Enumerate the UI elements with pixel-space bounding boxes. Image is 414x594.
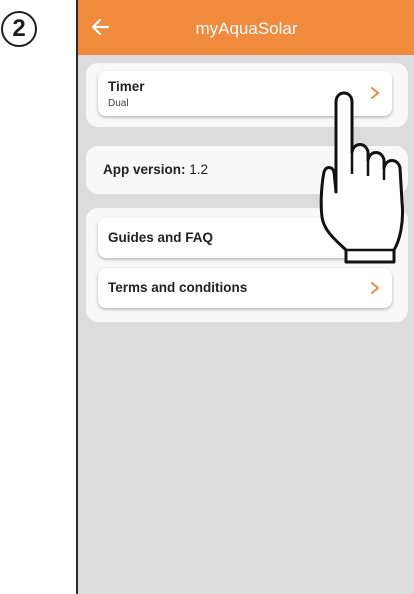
app-version-label: App version: — [103, 162, 186, 177]
guides-faq-label: Guides and FAQ — [108, 230, 214, 245]
timer-value: Dual — [108, 98, 129, 109]
chevron-right-icon — [371, 282, 380, 294]
pointing-hand-icon — [319, 91, 404, 264]
step-number: 2 — [12, 15, 26, 42]
terms-conditions-row[interactable]: Terms and conditions — [98, 268, 392, 308]
app-bar: myAquaSolar — [78, 0, 414, 55]
timer-label: Timer — [108, 79, 145, 94]
terms-conditions-label: Terms and conditions — [108, 280, 248, 295]
app-title: myAquaSolar — [195, 19, 298, 38]
step-number-badge: 2 — [1, 11, 37, 47]
app-version-value: 1.2 — [189, 162, 209, 177]
app-version-text: App version: 1.2 — [103, 162, 208, 177]
